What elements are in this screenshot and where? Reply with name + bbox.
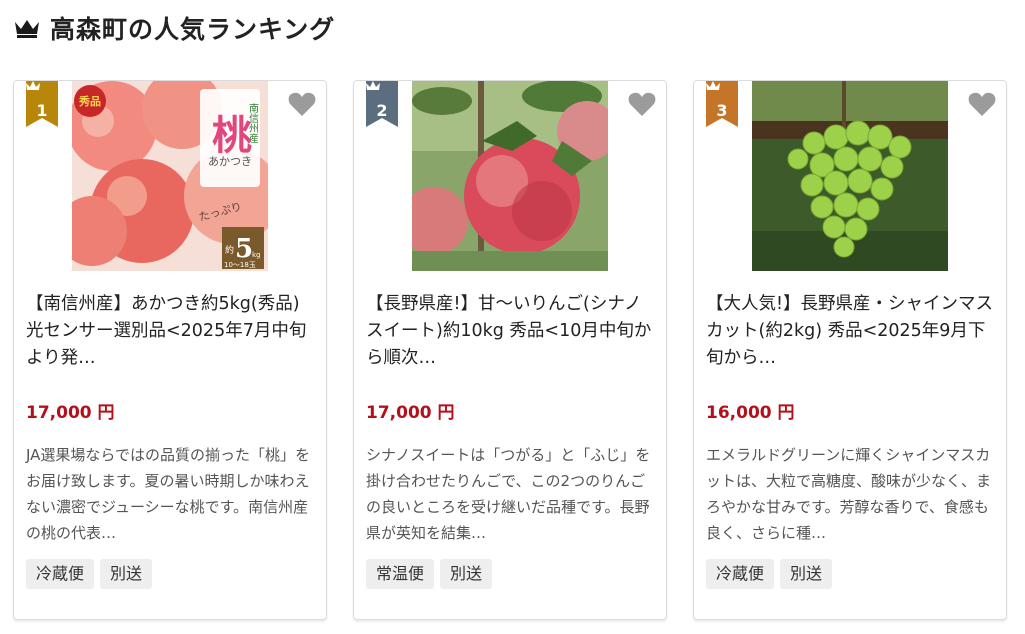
rank-number: 2: [376, 101, 388, 120]
rank-crown-icon: [26, 81, 40, 90]
favorite-heart-icon[interactable]: [288, 91, 316, 117]
rank-number: 3: [716, 101, 728, 120]
image-amount-prefix: 約: [225, 244, 234, 256]
page-title: 高森町の人気ランキング: [50, 15, 336, 44]
tag-shipping-method: 冷蔵便: [706, 559, 775, 589]
ranking-card-2[interactable]: 2 【長野県産!】甘〜いりんご(シナノスイート)約10kg 秀品<10月中旬から…: [353, 80, 667, 620]
tag-separate-delivery: 別送: [100, 559, 153, 589]
product-description: JA選果場ならではの品質の揃った「桃」をお届け致します。夏の暑い時期しか味わえな…: [26, 446, 310, 542]
shipping-tags: 常温便 別送: [366, 559, 493, 589]
shipping-tags: 冷蔵便 別送: [26, 559, 153, 589]
ranking-list: 1 南信州産 桃 あかつき 秀品 たっぷり 約 5 kg 10〜18玉 【南信州…: [13, 80, 1013, 622]
section-header: 高森町の人気ランキング: [14, 10, 335, 46]
product-image[interactable]: 南信州産 桃 あかつき 秀品 たっぷり 約 5 kg 10〜18玉: [72, 81, 268, 271]
tag-shipping-method: 常温便: [366, 559, 435, 589]
ranking-card-1[interactable]: 1 南信州産 桃 あかつき 秀品 たっぷり 約 5 kg 10〜18玉 【南信州…: [13, 80, 327, 620]
rank-crown-icon: [366, 81, 380, 90]
product-title[interactable]: 【長野県産!】甘〜いりんご(シナノスイート)約10kg 秀品<10月中旬から順次…: [366, 291, 658, 372]
image-count-text: 10〜18玉: [224, 261, 256, 269]
crown-icon: [15, 20, 39, 38]
tag-separate-delivery: 別送: [440, 559, 493, 589]
image-grade-text: 秀品: [78, 94, 101, 108]
rank-badge: 3: [706, 81, 738, 127]
tag-separate-delivery: 別送: [780, 559, 833, 589]
image-main-text: 桃: [212, 112, 252, 159]
favorite-heart-icon[interactable]: [968, 91, 996, 117]
rank-badge: 1: [26, 81, 58, 127]
product-price: 17,000 円: [26, 403, 115, 423]
product-image[interactable]: [752, 81, 948, 271]
shipping-tags: 冷蔵便 別送: [706, 559, 833, 589]
favorite-heart-icon[interactable]: [628, 91, 656, 117]
product-title[interactable]: 【大人気!】長野県産・シャインマスカット(約2kg) 秀品<2025年9月下旬か…: [706, 291, 998, 372]
tag-shipping-method: 冷蔵便: [26, 559, 95, 589]
product-description: エメラルドグリーンに輝くシャインマスカットは、大粒で高糖度、酸味が少なく、まろや…: [706, 446, 992, 542]
image-amount: 5: [235, 234, 253, 264]
product-image[interactable]: [412, 81, 608, 271]
rank-number: 1: [36, 101, 48, 120]
image-variety-text: あかつき: [208, 155, 252, 168]
product-title[interactable]: 【南信州産】あかつき約5kg(秀品) 光センサー選別品<2025年7月中旬より発…: [26, 291, 318, 372]
product-price: 16,000 円: [706, 403, 795, 423]
rank-crown-icon: [706, 81, 720, 90]
image-amount-unit: kg: [252, 251, 261, 259]
rank-badge: 2: [366, 81, 398, 127]
product-description: シナノスイートは「つがる」と「ふじ」を掛け合わせたりんごで、この2つのりんごの良…: [366, 446, 651, 542]
ranking-card-3[interactable]: 3 【大人気!】長野県産・シャインマスカット(約2kg) 秀品<2025年9月下…: [693, 80, 1007, 620]
product-price: 17,000 円: [366, 403, 455, 423]
